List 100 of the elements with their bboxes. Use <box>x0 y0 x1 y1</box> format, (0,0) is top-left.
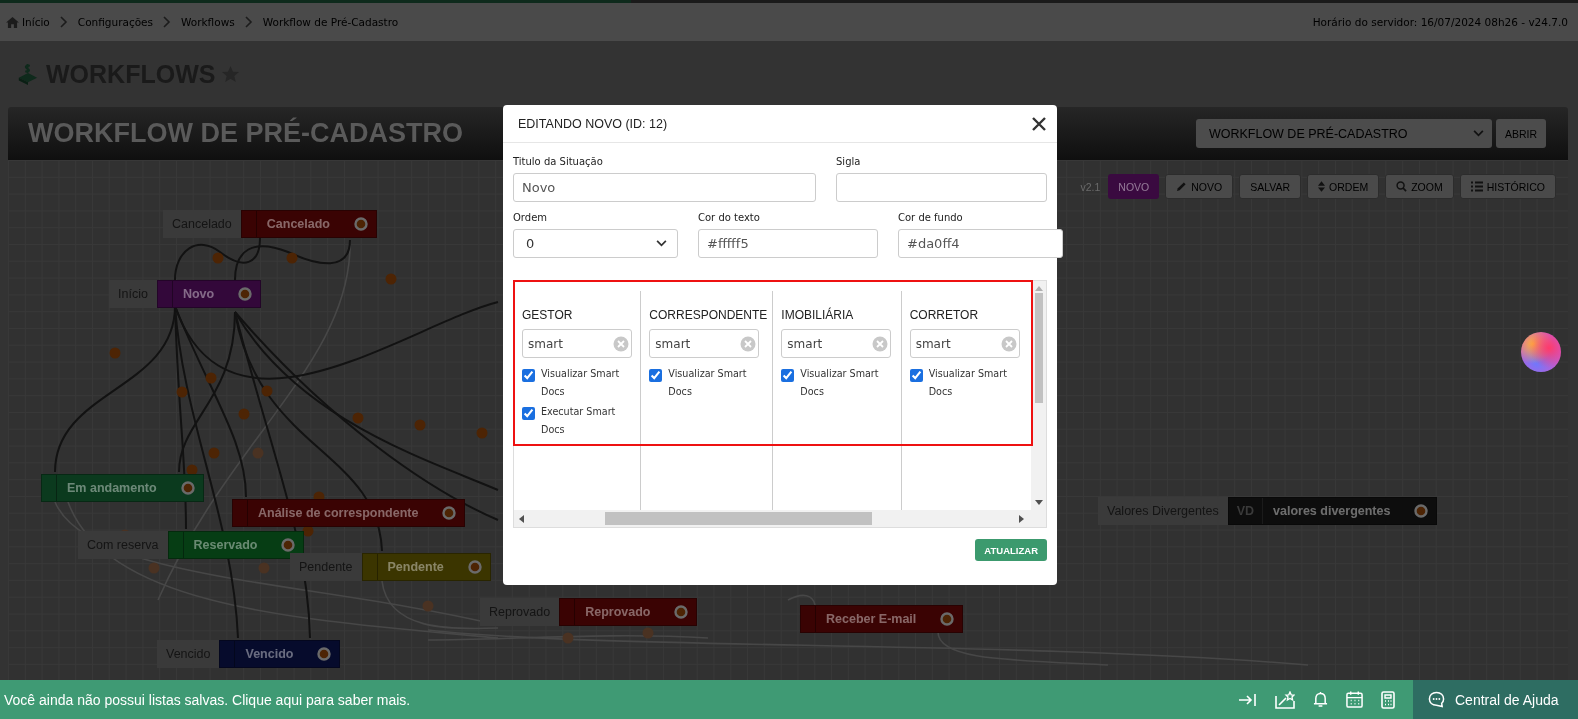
caret-icon <box>656 240 667 247</box>
state-node[interactable]: Reprovado <box>559 598 698 626</box>
state-node[interactable]: Pendente <box>361 553 491 581</box>
close-icon[interactable] <box>1032 116 1046 131</box>
ring-icon[interactable] <box>940 612 955 626</box>
help-center-button[interactable]: Central de Ajuda <box>1413 680 1578 719</box>
home-icon[interactable] <box>6 16 19 28</box>
field-label: Cor de fundo <box>898 211 964 224</box>
connector-dot[interactable] <box>238 408 250 420</box>
connector-dot[interactable] <box>109 347 121 359</box>
role-heading: CORRESPONDENTE <box>649 308 765 322</box>
calculator-icon[interactable] <box>1381 690 1395 709</box>
clear-icon[interactable] <box>872 335 889 352</box>
vertical-scrollbar[interactable] <box>1031 281 1046 510</box>
scroll-right-icon[interactable] <box>1019 514 1024 523</box>
connector-dot[interactable] <box>385 273 397 285</box>
connector-line <box>787 594 816 606</box>
list-icon <box>1470 181 1483 192</box>
breadcrumb-link[interactable]: Configurações <box>77 16 154 28</box>
text-field[interactable]: #fffff5 <box>698 229 878 258</box>
ring-icon[interactable] <box>238 287 253 301</box>
search-field[interactable]: smart <box>522 329 632 358</box>
checkbox[interactable] <box>909 369 923 382</box>
ring-icon[interactable] <box>317 647 332 661</box>
state-node[interactable]: Cancelado <box>240 210 377 238</box>
status-chip[interactable]: NOVO <box>1108 174 1160 199</box>
sort-icon <box>1318 181 1326 192</box>
connector-dot[interactable] <box>261 385 273 397</box>
order-select[interactable]: 0 <box>513 229 678 258</box>
toolbar-button[interactable]: NOVO <box>1165 174 1234 199</box>
state-node[interactable]: Vencido <box>219 640 341 668</box>
search-field[interactable]: smart <box>649 329 760 358</box>
arrow-to-bar-icon[interactable] <box>1239 692 1257 707</box>
connector-dot[interactable] <box>642 627 654 639</box>
checkbox-label: Visualizar Smart Docs <box>541 367 621 399</box>
breadcrumb-link[interactable]: Início <box>22 16 50 28</box>
search-icon <box>1396 181 1408 192</box>
connector-dot[interactable] <box>205 372 217 384</box>
connector-dot[interactable] <box>286 252 298 264</box>
horizontal-scrollbar[interactable] <box>514 510 1046 527</box>
connector-dot[interactable] <box>414 419 426 431</box>
caret-icon <box>1472 130 1484 137</box>
toolbar-button[interactable]: SALVAR <box>1239 174 1302 199</box>
toolbar-button[interactable]: ZOOM <box>1385 174 1454 199</box>
open-button[interactable]: ABRIR <box>1495 119 1546 148</box>
role-heading: IMOBILIÁRIA <box>781 308 855 322</box>
scroll-left-icon[interactable] <box>519 514 524 523</box>
connector-dot[interactable] <box>562 632 574 644</box>
chat-bubble-icon <box>1428 691 1445 708</box>
server-time: Horário do servidor: 16/07/2024 08h26 - v24.7.0 <box>1312 16 1568 28</box>
connector-dot[interactable] <box>212 252 224 264</box>
text-field[interactable]: #da0ff4 <box>898 229 1063 258</box>
clear-icon[interactable] <box>613 335 629 352</box>
field-label: Sigla <box>836 155 862 168</box>
state-node[interactable]: Reservado <box>167 531 305 559</box>
connector-dot[interactable] <box>258 562 270 574</box>
connector-dot[interactable] <box>252 447 264 459</box>
connector-dot[interactable] <box>148 562 160 574</box>
ring-icon[interactable] <box>354 217 368 231</box>
chevron-right-icon <box>163 16 172 28</box>
search-field[interactable]: smart <box>909 329 1020 358</box>
chevron-right-icon <box>244 16 253 28</box>
toolbar-button[interactable]: HISTÓRICO <box>1459 174 1556 199</box>
checkbox[interactable] <box>522 407 535 420</box>
clear-icon[interactable] <box>1000 335 1017 352</box>
role-heading: CORRETOR <box>909 308 980 322</box>
connector-dot[interactable] <box>176 386 188 398</box>
ring-icon[interactable] <box>281 538 296 552</box>
clear-icon[interactable] <box>740 335 757 352</box>
state-node[interactable]: Receber E-mail <box>800 605 964 633</box>
calendar-icon[interactable] <box>1346 691 1363 708</box>
state-node[interactable]: Novo <box>156 280 262 308</box>
ring-icon[interactable] <box>467 560 482 574</box>
ring-icon[interactable] <box>180 481 195 495</box>
connector-dot[interactable] <box>352 412 364 424</box>
text-field[interactable] <box>836 173 1047 202</box>
scroll-up-icon[interactable] <box>1034 286 1043 291</box>
state-node[interactable]: Em andamento <box>41 474 204 502</box>
saved-lists-link[interactable]: Você ainda não possui listas salvas. Clique aqui para saber mais. <box>4 691 1239 708</box>
connector-dot[interactable] <box>476 427 488 439</box>
ring-icon[interactable] <box>674 605 689 619</box>
state-node[interactable]: Análise de correspondente <box>232 499 466 527</box>
checkbox[interactable] <box>649 369 663 382</box>
scroll-down-icon[interactable] <box>1034 500 1043 505</box>
ring-icon[interactable] <box>442 506 457 520</box>
bell-icon[interactable] <box>1313 691 1328 708</box>
connector-dot[interactable] <box>208 447 220 459</box>
breadcrumb-link[interactable]: Workflows <box>181 16 235 28</box>
checkbox[interactable] <box>781 369 795 382</box>
text-field[interactable]: Novo <box>513 173 816 202</box>
chart-star-icon[interactable] <box>1275 690 1295 709</box>
ring-icon[interactable] <box>1414 504 1429 518</box>
checkbox[interactable] <box>522 369 535 382</box>
toolbar-button[interactable]: ORDEM <box>1307 174 1380 199</box>
field-label: Titulo da Situação <box>513 155 604 168</box>
search-field[interactable]: smart <box>781 329 892 358</box>
workflow-select[interactable]: WORKFLOW DE PRÉ-CADASTRO <box>1195 119 1492 148</box>
breadcrumb-link[interactable]: Workflow de Pré-Cadastro <box>262 16 399 28</box>
connector-dot[interactable] <box>422 600 434 612</box>
update-button[interactable]: ATUALIZAR <box>975 539 1047 561</box>
